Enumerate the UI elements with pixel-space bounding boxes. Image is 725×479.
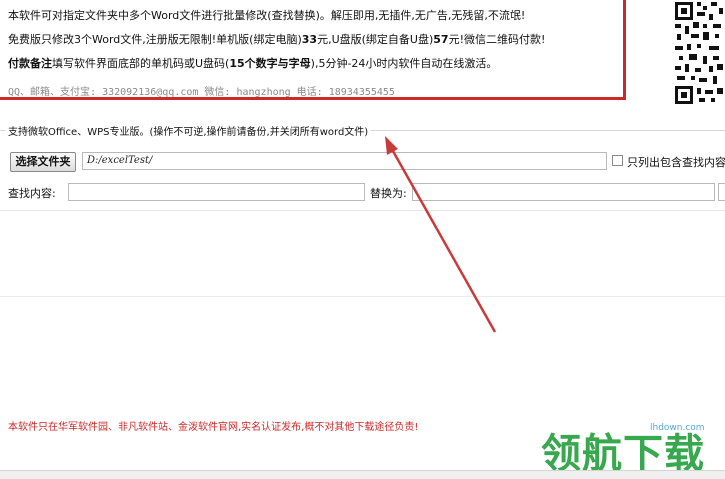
list-matching-only-label: 只列出包含查找内容 [627, 156, 725, 169]
notice-panel: 本软件可对指定文件夹中多个Word文件进行批量修改(查找替换)。解压即用,无插件… [0, 0, 664, 110]
price-single: 33 [301, 33, 318, 46]
notice-line-2-prefix: 免费版只修改3个Word文件,注册版无限制!单机版(绑定电脑) [8, 33, 302, 46]
list-matching-only-checkbox[interactable] [612, 155, 623, 166]
folder-path-input[interactable]: D:/excelTest/ [82, 152, 607, 170]
footer-note: 本软件只在华军软件园、非凡软件站、金泼软件官网,实名认证发布,概不对其他下载途径… [8, 422, 419, 433]
divider [0, 210, 725, 211]
notice-line-2: 免费版只修改3个Word文件,注册版无限制!单机版(绑定电脑)33元,U盘版(绑… [8, 31, 545, 47]
watermark-url: lhdown.com [650, 423, 705, 433]
payment-note-suffix: ),5分钟-24小时内软件自动在线激活。 [310, 57, 498, 70]
notice-line-2-mid: 元,U盘版(绑定自备U盘) [317, 33, 434, 46]
select-folder-button[interactable]: 选择文件夹 [10, 152, 76, 172]
extra-input-edge[interactable] [718, 183, 725, 201]
replace-input[interactable] [412, 183, 715, 201]
find-input[interactable] [68, 183, 365, 201]
notice-line-1: 本软件可对指定文件夹中多个Word文件进行批量修改(查找替换)。解压即用,无插件… [8, 9, 526, 22]
group-title: 支持微软Office、WPS专业版。(操作不可逆,操作前请备份,并关闭所有wor… [6, 123, 371, 138]
price-usb: 57 [433, 33, 449, 46]
find-label: 查找内容: [8, 187, 56, 200]
notice-line-3: 付款备注填写软件界面底部的单机码或U盘码(15个数字与字母),5分钟-24小时内… [8, 55, 497, 71]
notice-line-2-suffix: 元!微信二维码付款! [448, 33, 546, 46]
replace-label: 替换为: [370, 187, 407, 200]
payment-note-label: 付款备注 [8, 57, 52, 70]
qr-code-icon [673, 0, 725, 104]
payment-note-bold: 15个数字与字母 [229, 57, 311, 70]
payment-note-text: 填写软件界面底部的单机码或U盘码( [52, 57, 230, 70]
notice-box: 本软件可对指定文件夹中多个Word文件进行批量修改(查找替换)。解压即用,无插件… [0, 0, 626, 100]
divider [0, 296, 725, 297]
contact-line: QQ、邮箱、支付宝: 332092136@qq.com 微信: hangzhon… [8, 87, 395, 98]
